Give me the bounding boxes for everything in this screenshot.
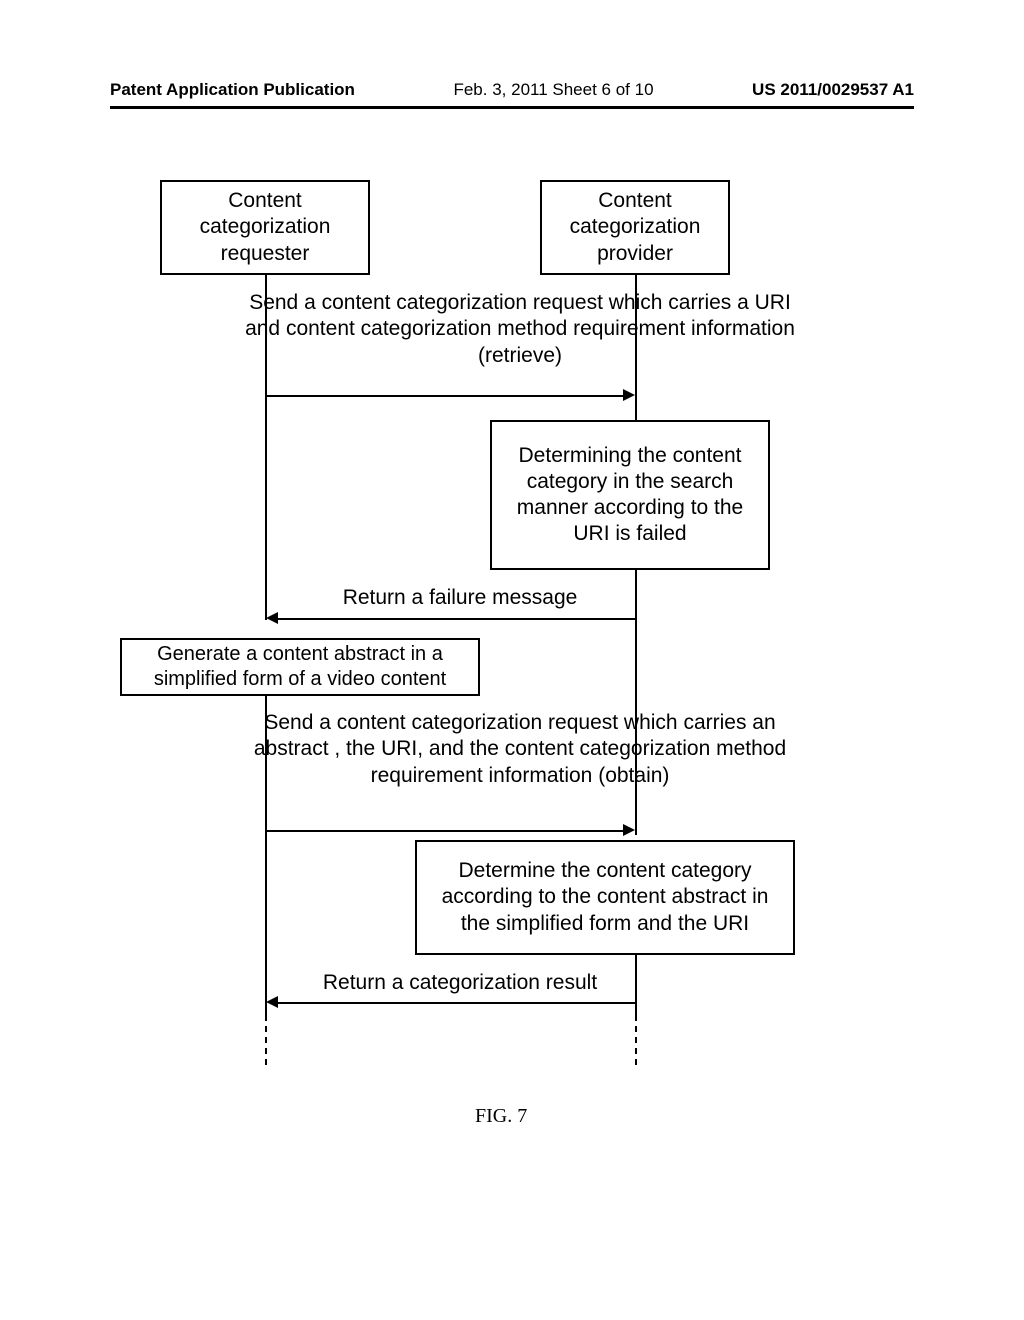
arrow-2 (278, 618, 635, 620)
requester-box: Content categorization requester (160, 180, 370, 275)
arrowhead-2 (266, 612, 278, 624)
arrow-1 (265, 395, 623, 397)
determine-category-box: Determine the content category according… (415, 840, 795, 955)
determine-search-failed-box: Determining the content category in the … (490, 420, 770, 570)
msg-return-failure: Return a failure message (300, 585, 620, 611)
arrowhead-4 (266, 996, 278, 1008)
arrowhead-1 (623, 389, 635, 401)
msg-return-result: Return a categorization result (295, 970, 625, 996)
provider-lifeline-3 (635, 570, 637, 835)
arrowhead-3 (623, 824, 635, 836)
provider-label: Content categorization provider (552, 188, 718, 267)
sequence-diagram: Content categorization requester Content… (120, 180, 900, 1130)
provider-lifeline-4 (635, 955, 637, 1015)
figure-label: FIG. 7 (475, 1105, 527, 1128)
msg-send-request-retrieve: Send a content categorization request wh… (240, 290, 800, 369)
arrow-4 (278, 1002, 635, 1004)
generate-abstract-text: Generate a content abstract in a simplif… (132, 642, 468, 692)
date-sheet-label: Feb. 3, 2011 Sheet 6 of 10 (453, 80, 653, 100)
page-header: Patent Application Publication Feb. 3, 2… (110, 80, 914, 109)
provider-lifeline-dash (635, 1015, 637, 1065)
determine-category-text: Determine the content category according… (427, 858, 783, 937)
provider-box: Content categorization provider (540, 180, 730, 275)
publication-label: Patent Application Publication (110, 80, 355, 100)
msg-send-request-obtain: Send a content categorization request wh… (250, 710, 790, 789)
arrow-3 (265, 830, 623, 832)
requester-lifeline-dash (265, 1015, 267, 1065)
requester-label: Content categorization requester (172, 188, 358, 267)
generate-abstract-box: Generate a content abstract in a simplif… (120, 638, 480, 696)
provider-lifeline (635, 275, 637, 290)
determine-search-failed-text: Determining the content category in the … (502, 443, 758, 548)
patent-number: US 2011/0029537 A1 (752, 80, 914, 100)
